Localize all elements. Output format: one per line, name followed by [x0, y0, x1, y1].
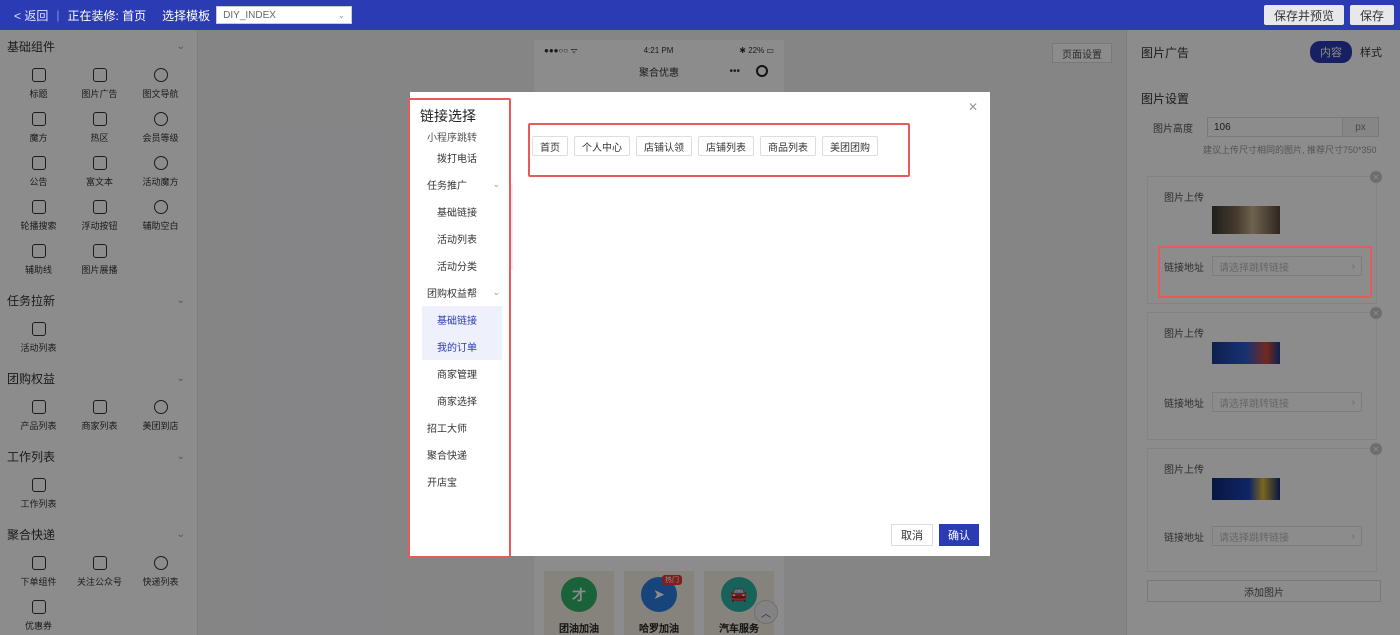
sidebar-scrollbar[interactable]: [510, 184, 513, 270]
category-label: 基础链接: [437, 208, 477, 219]
category-item[interactable]: 基础链接: [422, 306, 502, 333]
link-category-sidebar: 链接选择 小程序跳转 拨打电话 任务推广 ⌄ 基础链接 活动列表 活动分类 团购权益帮 ⌄ 基础链…: [410, 92, 510, 556]
link-tag[interactable]: 首页: [532, 136, 568, 156]
category-item[interactable]: 开店宝: [410, 468, 510, 495]
link-tag[interactable]: 美团团购: [822, 136, 878, 156]
category-item[interactable]: 商家管理: [410, 360, 510, 387]
category-item[interactable]: 活动分类: [410, 252, 510, 279]
template-select-value: DIY_INDEX: [223, 9, 276, 21]
link-tag[interactable]: 店铺列表: [698, 136, 754, 156]
divider: |: [56, 8, 60, 22]
category-group[interactable]: 团购权益帮 ⌄: [410, 279, 510, 306]
chevron-down-icon: ⌄: [337, 9, 346, 20]
editing-page-label: 正在装修: 首页: [67, 8, 147, 23]
confirm-button[interactable]: 确认: [939, 524, 979, 546]
dialog-title: 链接选择: [420, 108, 476, 124]
category-group[interactable]: 任务推广 ⌄: [410, 171, 510, 198]
cancel-button[interactable]: 取消: [891, 524, 933, 546]
category-label: 开店宝: [427, 478, 457, 489]
template-label: 选择模板: [162, 8, 211, 23]
category-label: 任务推广: [427, 181, 467, 192]
category-label: 我的订单: [437, 343, 477, 354]
category-label: 团购权益帮: [427, 289, 477, 300]
chevron-down-icon: ⌄: [492, 287, 500, 297]
top-bar: < 返回 | 正在装修: 首页 选择模板 DIY_INDEX ⌄ 保存并预览 保…: [0, 0, 1400, 30]
category-label: 商家选择: [437, 397, 477, 408]
category-label: 商家管理: [437, 370, 477, 381]
link-tag[interactable]: 个人中心: [574, 136, 630, 156]
category-label: 活动分类: [437, 262, 477, 273]
category-label: 基础链接: [437, 316, 477, 327]
close-icon[interactable]: ✕: [968, 100, 978, 114]
category-label: 拨打电话: [437, 154, 477, 165]
category-item[interactable]: 活动列表: [410, 225, 510, 252]
save-and-preview-button[interactable]: 保存并预览: [1263, 5, 1344, 25]
category-label: 聚合快递: [427, 451, 467, 462]
category-item[interactable]: 聚合快递: [410, 441, 510, 468]
category-item[interactable]: 小程序跳转: [410, 130, 510, 144]
category-label: 小程序跳转: [427, 133, 477, 144]
link-tag[interactable]: 店铺认领: [636, 136, 692, 156]
category-item[interactable]: 基础链接: [410, 198, 510, 225]
link-select-dialog: ✕ 链接选择 小程序跳转 拨打电话 任务推广 ⌄ 基础链接 活动列表 活动分类 团购权益帮 ⌄ 基…: [410, 92, 990, 556]
link-tag-list: 首页 个人中心 店铺认领 店铺列表 商品列表 美团团购: [532, 136, 878, 156]
category-item[interactable]: 商家选择: [410, 387, 510, 414]
link-tag[interactable]: 商品列表: [760, 136, 816, 156]
back-button[interactable]: < 返回: [14, 7, 48, 24]
category-item[interactable]: 拨打电话: [410, 144, 510, 171]
category-label: 招工大师: [427, 424, 467, 435]
category-item[interactable]: 我的订单: [422, 333, 502, 360]
template-select[interactable]: DIY_INDEX ⌄: [216, 6, 353, 24]
save-button[interactable]: 保存: [1349, 5, 1394, 25]
top-actions: 保存并预览 保存: [1263, 0, 1394, 30]
category-label: 活动列表: [437, 235, 477, 246]
chevron-down-icon: ⌄: [492, 179, 500, 189]
category-item[interactable]: 招工大师: [410, 414, 510, 441]
link-category-list: 小程序跳转 拨打电话 任务推广 ⌄ 基础链接 活动列表 活动分类 团购权益帮 ⌄ 基础链接 我的订单…: [410, 130, 510, 495]
